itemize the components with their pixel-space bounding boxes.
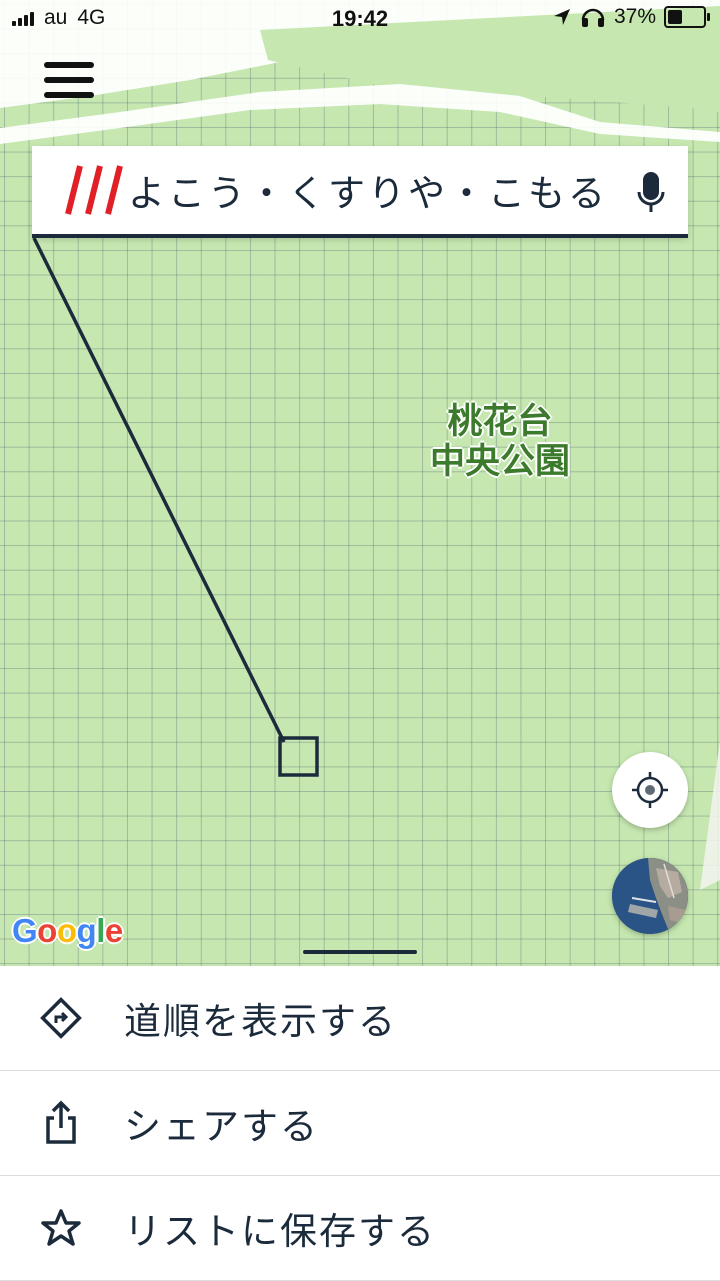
park-label-line1: 桃花台 xyxy=(447,402,553,442)
save-to-list-row[interactable]: リストに保存する xyxy=(0,1176,720,1281)
directions-label: 道順を表示する xyxy=(124,1000,397,1043)
hamburger-bar xyxy=(44,62,94,68)
white-path-right xyxy=(700,740,720,890)
status-bar: au 4G 19:42 37% xyxy=(0,0,720,40)
w3w-logo-icon xyxy=(65,165,123,215)
bottom-sheet: 道順を表示する シェアする リストに保存する xyxy=(0,966,720,1281)
square-marker-icon[interactable] xyxy=(278,736,319,777)
battery-level xyxy=(668,10,683,24)
satellite-view-button[interactable] xyxy=(612,858,688,934)
microphone-icon[interactable] xyxy=(636,170,666,214)
battery-icon xyxy=(664,6,710,28)
menu-button[interactable] xyxy=(44,62,94,106)
headphones-icon xyxy=(581,8,605,27)
google-attribution: Google xyxy=(12,912,123,949)
satellite-thumbnail-icon xyxy=(612,858,688,934)
share-row[interactable]: シェアする xyxy=(0,1071,720,1176)
share-label: シェアする xyxy=(124,1105,319,1148)
directions-icon xyxy=(40,997,82,1039)
status-right: 37% xyxy=(552,5,710,29)
directions-row[interactable]: 道順を表示する xyxy=(0,966,720,1071)
park-label: 桃花台 中央公園 xyxy=(400,402,600,482)
callout-line xyxy=(32,237,286,743)
search-bar[interactable]: よこう・くすりや・こもる xyxy=(32,146,688,238)
map-view[interactable]: 桃花台 中央公園 Google xyxy=(0,0,720,966)
location-arrow-icon xyxy=(553,9,570,25)
save-to-list-label: リストに保存する xyxy=(124,1210,436,1253)
sheet-handle[interactable] xyxy=(303,950,417,954)
search-address[interactable]: よこう・くすりや・こもる xyxy=(128,163,608,217)
battery-percent: 37% xyxy=(613,5,656,28)
share-icon xyxy=(46,1100,76,1144)
hamburger-bar xyxy=(44,77,94,83)
locate-me-button[interactable] xyxy=(612,752,688,828)
star-icon xyxy=(41,1209,81,1246)
park-label-line2: 中央公園 xyxy=(429,442,570,482)
crosshair-icon xyxy=(632,772,668,808)
hamburger-bar xyxy=(44,92,94,98)
